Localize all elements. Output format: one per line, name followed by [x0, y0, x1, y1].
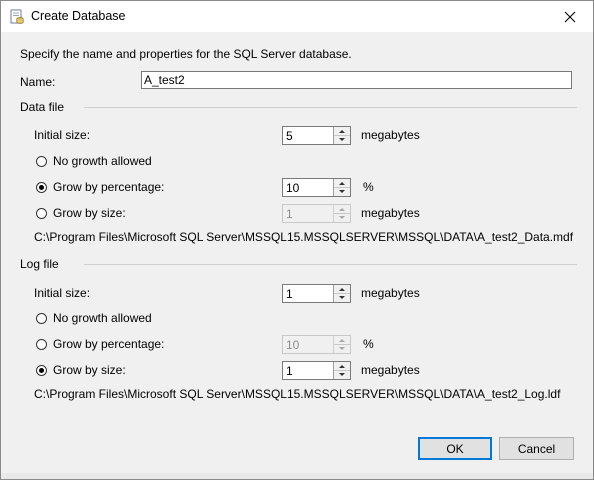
cancel-button[interactable]: Cancel	[499, 437, 574, 460]
data-grow-percentage-spinner[interactable]: 10	[282, 178, 351, 197]
intro-text: Specify the name and properties for the …	[20, 47, 352, 61]
log-initial-size-spinner[interactable]: 1	[282, 284, 351, 303]
data-grow-size-radio[interactable]	[36, 208, 47, 219]
data-grow-percentage-radio[interactable]	[36, 182, 47, 193]
log-no-growth-radio[interactable]	[36, 313, 47, 324]
chevron-down-icon	[339, 137, 345, 141]
database-name-input[interactable]	[141, 71, 572, 89]
data-grow-size-label[interactable]: Grow by size:	[53, 206, 126, 220]
data-initial-size-label: Initial size:	[34, 128, 91, 142]
log-initial-size-unit: megabytes	[361, 286, 420, 300]
spin-down-button[interactable]	[334, 135, 350, 143]
data-grow-size-value: 1	[286, 207, 293, 221]
log-initial-size-label: Initial size:	[34, 286, 91, 300]
log-initial-size-value: 1	[286, 287, 293, 301]
chevron-down-icon	[339, 372, 345, 376]
data-no-growth-radio[interactable]	[36, 156, 47, 167]
chevron-up-icon	[339, 338, 345, 342]
log-grow-size-value: 1	[286, 364, 293, 378]
spin-down-button[interactable]	[334, 187, 350, 195]
data-initial-size-value: 5	[286, 129, 293, 143]
chevron-down-icon	[339, 295, 345, 299]
data-no-growth-label[interactable]: No growth allowed	[53, 154, 152, 168]
spin-down-button[interactable]	[334, 213, 350, 221]
chevron-down-icon	[339, 215, 345, 219]
spinner-buttons	[333, 179, 350, 196]
ok-button[interactable]: OK	[418, 437, 492, 460]
spinner-buttons	[333, 205, 350, 222]
chevron-up-icon	[339, 207, 345, 211]
spinner-buttons	[333, 336, 350, 353]
chevron-up-icon	[339, 129, 345, 133]
data-initial-size-spinner[interactable]: 5	[282, 126, 351, 145]
log-no-growth-label[interactable]: No growth allowed	[53, 311, 152, 325]
chevron-up-icon	[339, 287, 345, 291]
data-grow-percentage-unit: %	[363, 180, 374, 194]
data-file-divider	[84, 107, 577, 108]
log-grow-size-label[interactable]: Grow by size:	[53, 363, 126, 377]
title-bar: Create Database	[1, 1, 593, 32]
data-grow-size-unit: megabytes	[361, 206, 420, 220]
log-grow-size-spinner[interactable]: 1	[282, 361, 351, 380]
spinner-buttons	[333, 127, 350, 144]
spin-down-button[interactable]	[334, 293, 350, 301]
window-title: Create Database	[31, 9, 126, 23]
log-file-path: C:\Program Files\Microsoft SQL Server\MS…	[34, 387, 561, 401]
spin-down-button[interactable]	[334, 370, 350, 378]
close-button[interactable]	[547, 1, 593, 32]
data-initial-size-unit: megabytes	[361, 128, 420, 142]
data-grow-percentage-label[interactable]: Grow by percentage:	[53, 180, 164, 194]
log-grow-percentage-value: 10	[286, 338, 300, 352]
data-file-path: C:\Program Files\Microsoft SQL Server\MS…	[34, 230, 574, 244]
data-grow-size-spinner[interactable]: 1	[282, 204, 351, 223]
spin-down-button[interactable]	[334, 344, 350, 352]
chevron-up-icon	[339, 364, 345, 368]
log-grow-percentage-unit: %	[363, 337, 374, 351]
log-grow-percentage-spinner[interactable]: 10	[282, 335, 351, 354]
database-icon	[10, 9, 24, 24]
dialog-bottom-edge	[1, 473, 593, 479]
log-file-divider	[84, 264, 577, 265]
chevron-down-icon	[339, 346, 345, 350]
spinner-buttons	[333, 285, 350, 302]
log-grow-percentage-label[interactable]: Grow by percentage:	[53, 337, 164, 351]
close-icon	[564, 11, 576, 22]
chevron-down-icon	[339, 189, 345, 193]
spinner-buttons	[333, 362, 350, 379]
name-label: Name:	[20, 75, 56, 89]
data-file-group-label: Data file	[20, 100, 65, 114]
log-grow-percentage-radio[interactable]	[36, 339, 47, 350]
create-database-dialog: Create Database Specify the name and pro…	[0, 0, 594, 480]
log-grow-size-radio[interactable]	[36, 365, 47, 376]
chevron-up-icon	[339, 181, 345, 185]
log-grow-size-unit: megabytes	[361, 363, 420, 377]
log-file-group-label: Log file	[20, 257, 59, 271]
data-grow-percentage-value: 10	[286, 181, 300, 195]
